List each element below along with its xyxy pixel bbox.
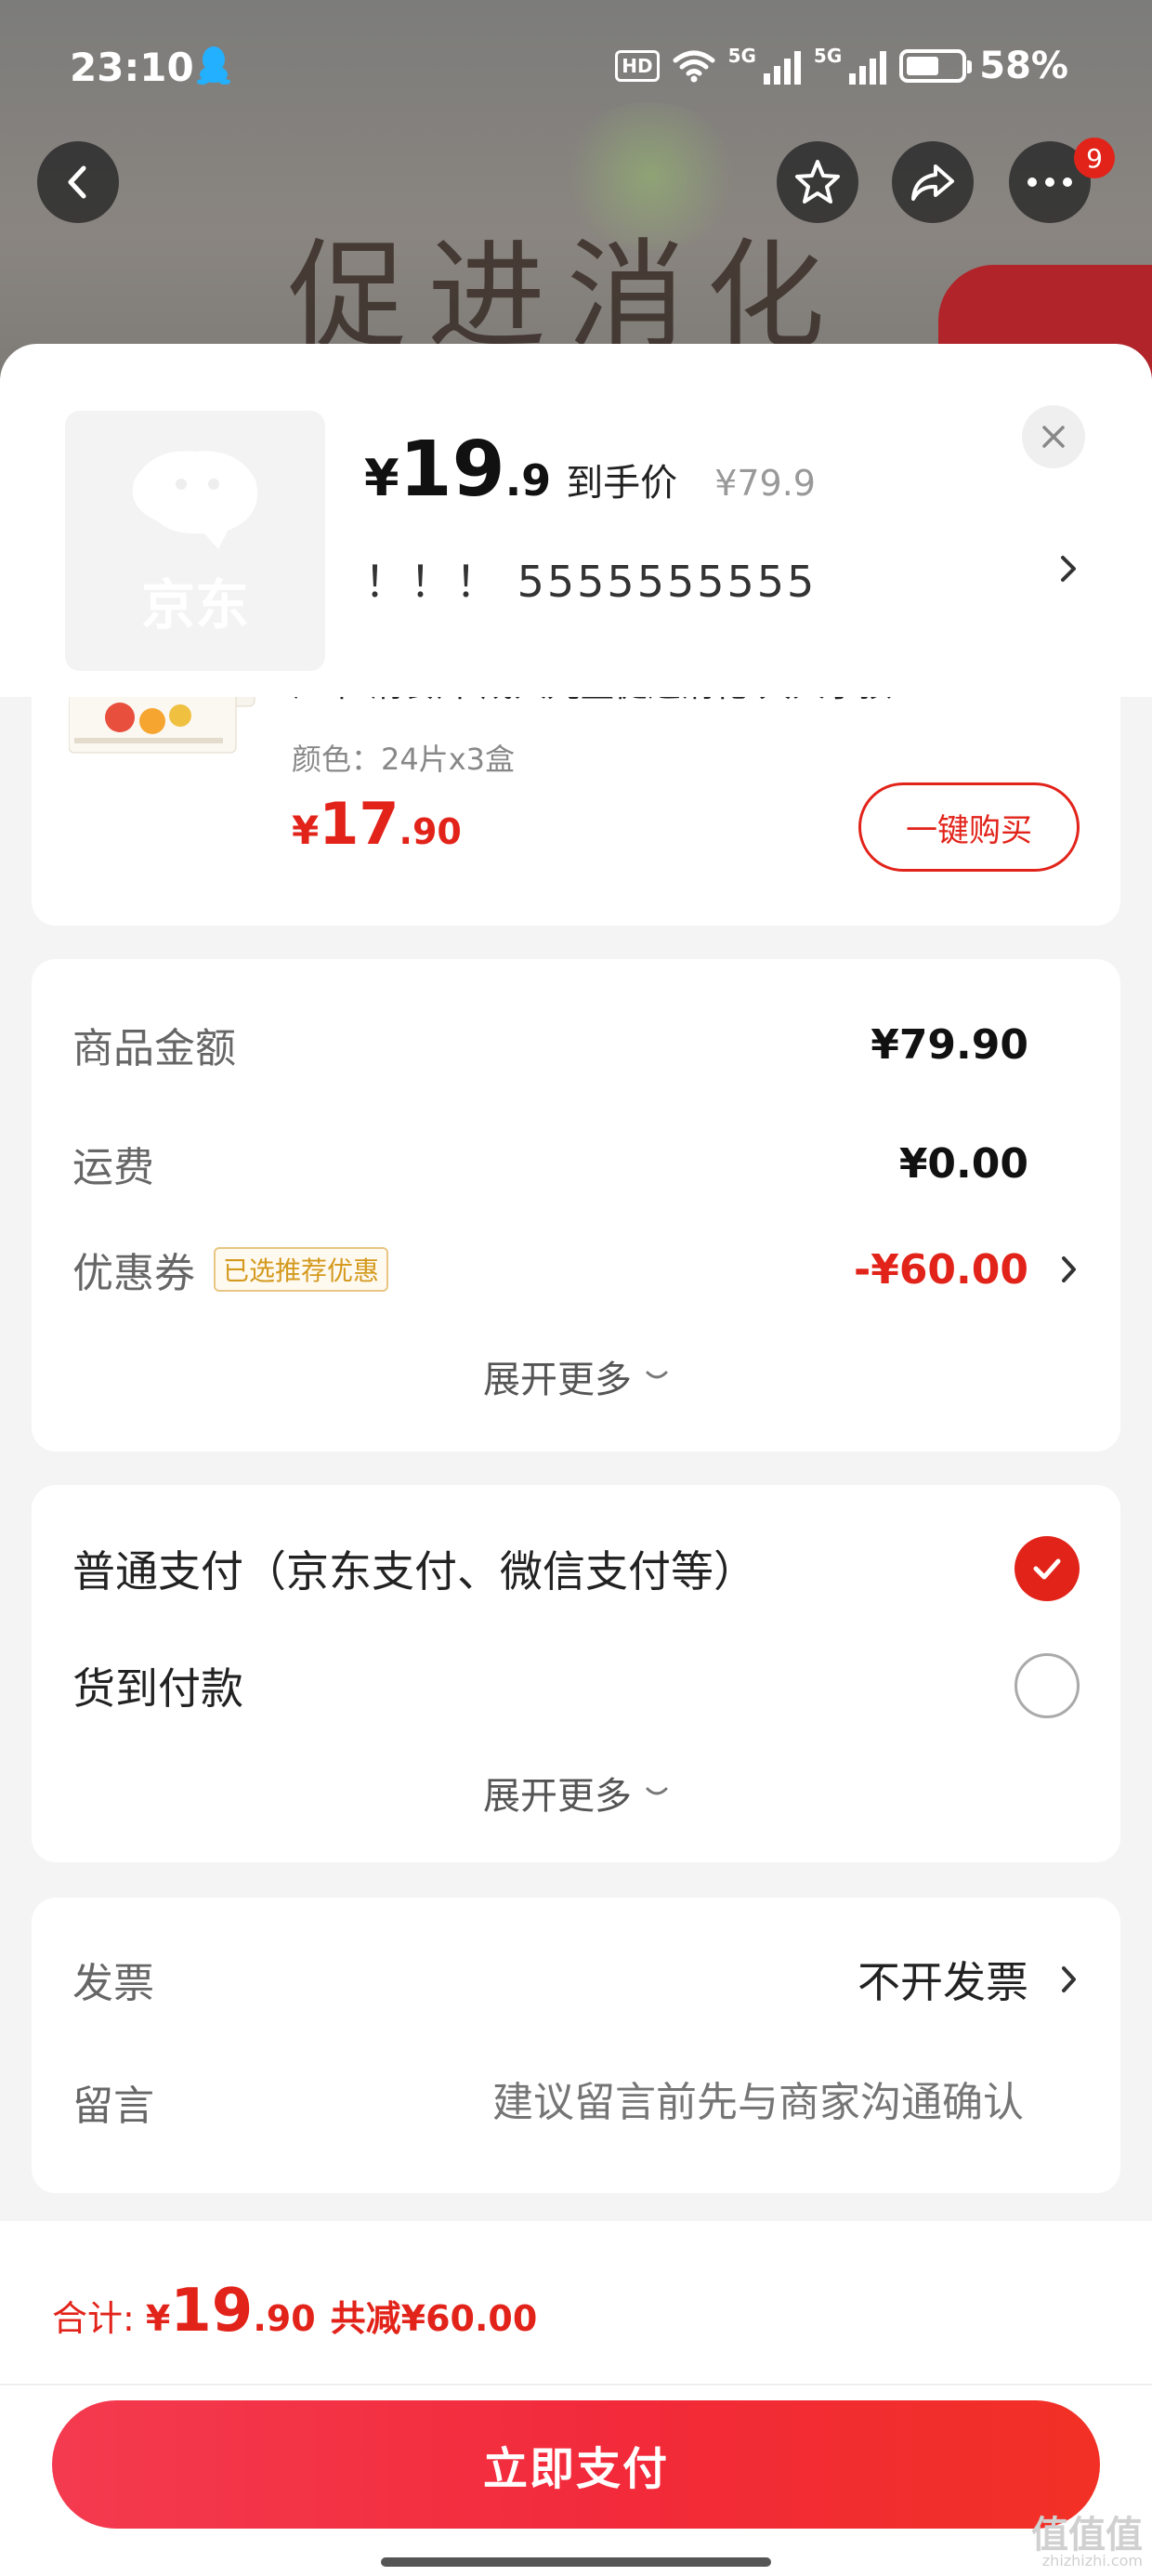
total-label: 合计: xyxy=(52,2298,135,2339)
total-currency: ¥ xyxy=(145,2298,171,2339)
rec-price-integer: 17 xyxy=(319,790,399,858)
coupon-value: -¥60.00 xyxy=(853,1245,1028,1294)
price-currency: ¥ xyxy=(364,449,399,507)
signal-icon xyxy=(849,47,887,85)
favorite-button[interactable] xyxy=(777,141,858,223)
chevron-right-icon xyxy=(1059,1963,1080,1996)
share-icon xyxy=(911,164,954,201)
thumbnail-logo-text: 京东 xyxy=(140,573,249,637)
invoice-label: 发票 xyxy=(72,1960,154,2007)
network-type-1: 5G xyxy=(727,45,756,67)
total-integer: 19 xyxy=(170,2277,254,2346)
signal-icon xyxy=(763,47,801,85)
coupon-label: 优惠券 xyxy=(72,1250,195,1297)
one-click-buy-button[interactable]: 一键购买 xyxy=(858,782,1080,872)
invoice-row[interactable]: 发票 不开发票 xyxy=(72,1946,1080,2013)
rec-price-currency: ¥ xyxy=(292,808,320,853)
remark-row: 留言 xyxy=(72,2069,1080,2136)
watermark-sub: zhizhizhi.com xyxy=(1041,2552,1143,2569)
remark-label: 留言 xyxy=(72,2083,154,2130)
pay-now-button[interactable]: 立即支付 xyxy=(52,2400,1100,2529)
payment-normal-label: 普通支付（京东支付、微信支付等） xyxy=(72,1546,756,1597)
payment-cod-label: 货到付款 xyxy=(72,1663,243,1714)
chevron-right-icon[interactable] xyxy=(1057,550,1080,587)
qq-icon xyxy=(197,46,230,85)
price-integer: 19 xyxy=(399,426,505,514)
chevron-right-icon xyxy=(1059,1253,1080,1286)
expand-more-label: 展开更多 xyxy=(483,1359,632,1401)
coupon-status-badge: 已选推荐优惠 xyxy=(214,1247,389,1292)
selected-spec[interactable]: ！！！ 5555555555 xyxy=(364,548,817,610)
checkout-bottom-bar: 合计: ¥ 19 .90 共减¥60.00 立即支付 xyxy=(0,2221,1152,2576)
battery-percent: 58% xyxy=(979,45,1068,87)
shipping-row: 运费 ¥0.00 xyxy=(72,1134,1080,1193)
final-price: ¥ 19 .9 到手价 ¥79.9 xyxy=(364,426,816,514)
goods-amount-label: 商品金额 xyxy=(72,1025,236,1072)
radio-unchecked-icon[interactable] xyxy=(1015,1653,1080,1718)
order-total: 合计: ¥ 19 .90 共减¥60.00 xyxy=(52,2277,537,2346)
remark-input[interactable] xyxy=(318,2078,1024,2126)
close-icon xyxy=(1042,426,1065,448)
back-button[interactable] xyxy=(37,141,119,223)
home-indicator[interactable] xyxy=(381,2557,771,2567)
coupon-row[interactable]: 优惠券 已选推荐优惠 -¥60.00 xyxy=(72,1240,1080,1299)
shipping-value: ¥0.00 xyxy=(898,1139,1028,1188)
payment-option-normal[interactable]: 普通支付（京东支付、微信支付等） xyxy=(72,1535,1080,1602)
price-type-label: 到手价 xyxy=(566,462,678,505)
watermark-main: 值值值 xyxy=(1031,2514,1143,2556)
star-icon xyxy=(795,160,840,204)
shipping-label: 运费 xyxy=(72,1144,154,1191)
checkout-sheet: 京东 ¥ 19 .9 到手价 ¥79.9 ！！！ 5555555555 江中 消… xyxy=(0,344,1152,2576)
radio-checked-icon[interactable] xyxy=(1015,1536,1080,1601)
payment-method-card: 普通支付（京东支付、微信支付等） 货到付款 展开更多 xyxy=(32,1485,1120,1862)
product-thumbnail[interactable]: 京东 xyxy=(65,411,325,671)
price-decimal: .9 xyxy=(504,455,552,506)
watermark: 值值值 zhizhizhi.com xyxy=(1031,2517,1143,2569)
message-count-badge: 9 xyxy=(1074,138,1115,178)
wifi-icon xyxy=(673,50,715,83)
share-button[interactable] xyxy=(892,141,974,223)
more-dots-icon xyxy=(1028,177,1072,187)
goods-amount-value: ¥79.90 xyxy=(871,1020,1028,1069)
hd-voice-icon: HD xyxy=(615,50,660,82)
invoice-remark-card: 发票 不开发票 留言 xyxy=(32,1898,1120,2193)
sheet-header: 京东 ¥ 19 .9 到手价 ¥79.9 ！！！ 5555555555 xyxy=(0,344,1152,697)
payment-option-cod[interactable]: 货到付款 xyxy=(72,1652,1080,1719)
chevron-down-icon xyxy=(646,1371,668,1379)
expand-more-fees[interactable]: 展开更多 xyxy=(32,1349,1120,1403)
close-button[interactable] xyxy=(1022,405,1085,468)
rec-price-decimal: .90 xyxy=(399,811,462,852)
goods-amount-row: 商品金额 ¥79.90 xyxy=(72,1015,1080,1074)
network-type-2: 5G xyxy=(813,45,843,67)
expand-more-payment[interactable]: 展开更多 xyxy=(32,1766,1120,1820)
expand-more-label: 展开更多 xyxy=(483,1775,632,1818)
recommended-product-color: 颜色：24片x3盒 xyxy=(292,742,516,777)
chevron-left-icon xyxy=(68,165,86,199)
total-saved: 共减¥60.00 xyxy=(330,2298,538,2339)
total-decimal: .90 xyxy=(253,2298,316,2339)
divider xyxy=(0,2384,1152,2385)
original-price: ¥79.9 xyxy=(714,463,816,504)
status-time: 23:10 xyxy=(70,45,194,90)
invoice-value: 不开发票 xyxy=(857,1957,1028,2007)
status-bar: 23:10 HD 5G 5G 58% xyxy=(0,0,1152,139)
battery-icon xyxy=(899,49,973,83)
jd-dog-logo-icon xyxy=(132,451,257,549)
chevron-down-icon xyxy=(646,1787,668,1795)
recommended-product-price: ¥17.90 xyxy=(292,790,462,858)
amount-summary-card: 商品金额 ¥79.90 运费 ¥0.00 优惠券 已选推荐优惠 -¥60.00 … xyxy=(32,959,1120,1452)
